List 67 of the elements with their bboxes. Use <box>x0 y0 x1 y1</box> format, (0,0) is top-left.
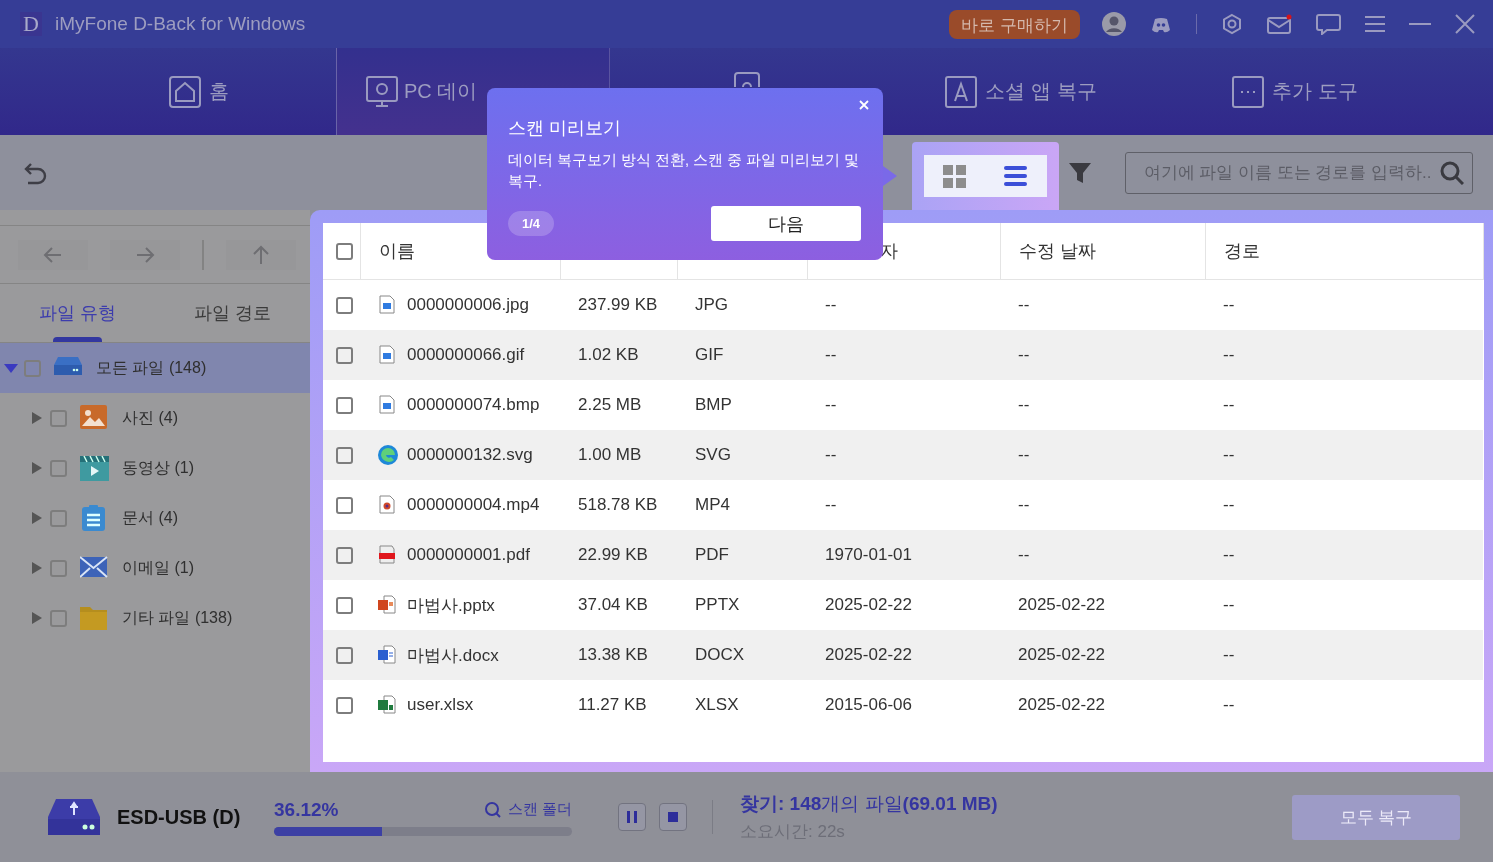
table-cell: 37.04 KB <box>578 595 648 614</box>
table-cell: 237.99 KB <box>578 295 658 314</box>
table-cell: -- <box>1223 645 1235 664</box>
table-cell: 2025-02-22 <box>1018 695 1105 714</box>
table-cell: 2.25 MB <box>578 395 642 414</box>
table-cell: 1.02 KB <box>578 345 639 364</box>
table-cell: -- <box>1018 445 1030 464</box>
drive-name: ESD-USB (D) <box>117 805 242 829</box>
tree-label: 기타 파일 (138) <box>122 607 233 628</box>
file-name: 0000000066.gif <box>407 345 525 365</box>
table-cell: -- <box>825 295 837 314</box>
table-cell: -- <box>1223 295 1235 314</box>
progress-percent: 36.12% <box>274 798 339 821</box>
table-cell: 2025-02-22 <box>1018 645 1105 664</box>
table-cell: 13.38 KB <box>578 645 648 664</box>
table-cell: 2025-02-22 <box>825 645 912 664</box>
table-cell: -- <box>1223 495 1235 514</box>
table-cell: -- <box>1223 395 1235 414</box>
table-cell: -- <box>1018 395 1030 414</box>
table-cell: -- <box>825 395 837 414</box>
table-cell: 1.00 MB <box>578 445 642 464</box>
tree-label: 문서 (4) <box>122 507 178 528</box>
table-cell: MP4 <box>695 495 730 514</box>
tree-label: 동영상 (1) <box>122 457 194 478</box>
file-name: 마법사.docx <box>407 644 499 667</box>
file-name: 0000000006.jpg <box>407 295 529 315</box>
table-cell: 11.27 KB <box>578 695 647 714</box>
step-counter: 1/4 <box>508 211 555 236</box>
tree-label: 모든 파일 (148) <box>96 357 207 378</box>
table-cell: 518.78 KB <box>578 495 658 514</box>
table-cell: 22.99 KB <box>578 545 648 564</box>
table-cell: SVG <box>695 445 731 464</box>
table-cell: 2025-02-22 <box>825 595 912 614</box>
file-name: 0000000001.pdf <box>407 545 530 565</box>
table-cell: PDF <box>695 545 729 564</box>
table-cell: 2015-06-06 <box>825 695 912 714</box>
table-cell: -- <box>825 495 837 514</box>
tree-label: 사진 (4) <box>122 407 178 428</box>
table-cell: 2025-02-22 <box>1018 595 1105 614</box>
table-cell: GIF <box>695 345 724 364</box>
table-cell: -- <box>1018 545 1030 564</box>
table-cell: JPG <box>695 295 729 314</box>
table-cell: -- <box>1223 445 1235 464</box>
tooltip-text: 데이터 복구보기 방식 전환, 스캔 중 파일 미리보기 및 복구. <box>508 151 861 191</box>
file-name: user.xlsx <box>407 695 474 715</box>
table-cell: 1970-01-01 <box>825 545 912 564</box>
app-logo: D <box>20 12 42 36</box>
table-cell: -- <box>825 445 837 464</box>
table-cell: -- <box>1223 695 1235 714</box>
file-name: 0000000132.svg <box>407 445 533 465</box>
table-cell: -- <box>1018 295 1030 314</box>
table-cell: -- <box>1018 495 1030 514</box>
table-cell: -- <box>1018 345 1030 364</box>
file-name: 0000000074.bmp <box>407 395 540 415</box>
table-cell: -- <box>1223 345 1235 364</box>
table-cell: -- <box>1223 545 1235 564</box>
table-cell: PPTX <box>695 595 740 614</box>
table-cell: -- <box>1223 595 1235 614</box>
table-cell: -- <box>825 345 837 364</box>
found-summary: 찾기: 148개의 파일(69.01 MB) <box>740 792 998 816</box>
table-cell: BMP <box>695 395 732 414</box>
table-cell: XLSX <box>695 695 739 714</box>
window-title: iMyFone D-Back for Windows <box>55 13 306 35</box>
file-name: 마법사.pptx <box>407 594 495 617</box>
file-name: 0000000004.mp4 <box>407 495 540 515</box>
tree-label: 이메일 (1) <box>122 557 194 578</box>
table-cell: DOCX <box>695 645 745 664</box>
